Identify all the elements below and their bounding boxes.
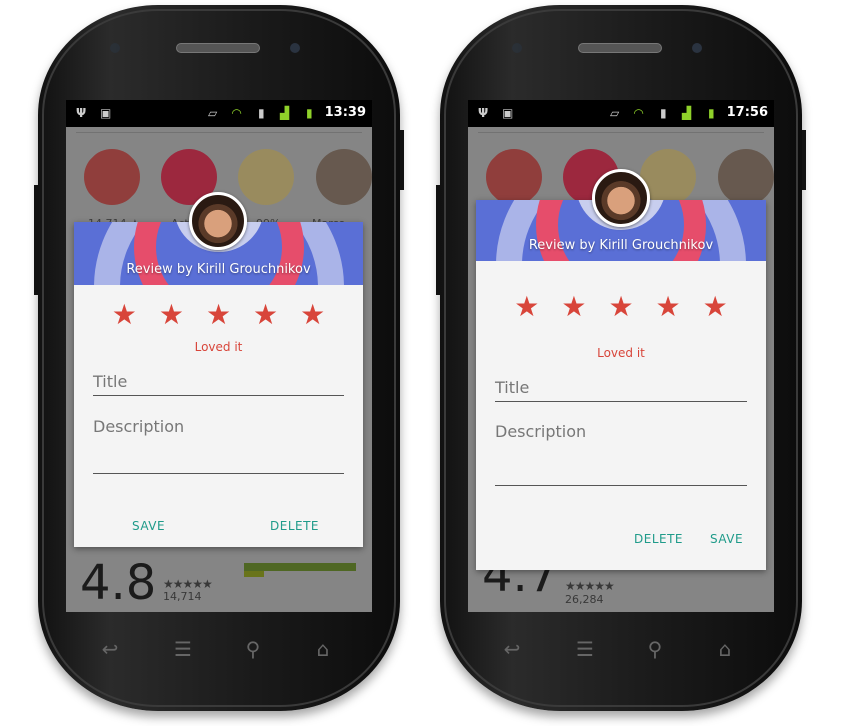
save-button[interactable]: SAVE: [710, 532, 743, 546]
screen: Ψ ▣ ▱ ◠ ▮ ▟ ▮ 13:39 14,714 ★Acti99%Marco…: [66, 100, 372, 612]
signal-icon: ▟: [682, 106, 692, 120]
phone-2: Ψ ▣ ▱ ◠ ▮ ▟ ▮ 17:56 4.7 ★★★★★ 26,284 Rev…: [436, 5, 806, 711]
volume-button: [34, 185, 38, 295]
save-button[interactable]: SAVE: [132, 519, 165, 533]
sim-icon: ▮: [258, 106, 265, 120]
star-1[interactable]: ★: [514, 292, 539, 322]
status-bar: Ψ ▣ ▱ ◠ ▮ ▟ ▮ 17:56: [468, 100, 774, 127]
star-rating[interactable]: ★ ★ ★ ★ ★: [74, 300, 363, 330]
android-icon: ▣: [502, 106, 514, 120]
volume-button: [436, 185, 440, 295]
star-5[interactable]: ★: [300, 300, 325, 330]
description-input[interactable]: Description: [93, 417, 344, 474]
battery-icon: ▮: [708, 106, 715, 120]
wifi-icon: ◠: [634, 106, 644, 120]
reviewer-avatar: [592, 169, 650, 227]
battery-icon: ▮: [306, 106, 313, 120]
home-icon[interactable]: ⌂: [308, 637, 338, 661]
reviewer-avatar: [189, 192, 247, 250]
usb-icon: Ψ: [76, 106, 87, 120]
home-icon[interactable]: ⌂: [710, 637, 740, 661]
back-icon[interactable]: ↩: [497, 637, 527, 661]
phone-1: Ψ ▣ ▱ ◠ ▮ ▟ ▮ 13:39 14,714 ★Acti99%Marco…: [34, 5, 404, 711]
delete-button[interactable]: DELETE: [634, 532, 683, 546]
title-input[interactable]: Title: [495, 378, 747, 402]
search-icon[interactable]: ⚲: [640, 637, 670, 661]
vibrate-icon: ▱: [208, 106, 218, 120]
star-rating[interactable]: ★ ★ ★ ★ ★: [476, 292, 766, 322]
power-button: [802, 130, 806, 190]
delete-button[interactable]: DELETE: [270, 519, 319, 533]
title-input[interactable]: Title: [93, 372, 344, 396]
sensor: [110, 43, 120, 53]
front-camera: [692, 43, 702, 53]
power-button: [400, 130, 404, 190]
sensor: [512, 43, 522, 53]
star-2[interactable]: ★: [159, 300, 184, 330]
search-icon[interactable]: ⚲: [238, 637, 268, 661]
description-input[interactable]: Description: [495, 422, 747, 486]
front-camera: [290, 43, 300, 53]
wifi-icon: ◠: [232, 106, 242, 120]
star-2[interactable]: ★: [561, 292, 586, 322]
menu-icon[interactable]: ☰: [168, 637, 198, 661]
rating-label: Loved it: [597, 346, 645, 360]
vibrate-icon: ▱: [610, 106, 620, 120]
review-dialog: Review by Kirill Grouchnikov ★ ★ ★ ★ ★ Loved…: [74, 192, 363, 547]
clock: 13:39: [324, 105, 366, 120]
star-1[interactable]: ★: [112, 300, 137, 330]
dialog-title: Review by Kirill Grouchnikov: [126, 262, 311, 277]
clock: 17:56: [726, 105, 768, 120]
star-3[interactable]: ★: [206, 300, 231, 330]
star-3[interactable]: ★: [608, 292, 633, 322]
dialog-title: Review by Kirill Grouchnikov: [528, 238, 714, 253]
back-icon[interactable]: ↩: [95, 637, 125, 661]
star-4[interactable]: ★: [253, 300, 278, 330]
status-bar: Ψ ▣ ▱ ◠ ▮ ▟ ▮ 13:39: [66, 100, 372, 127]
speaker-grille: [578, 43, 662, 53]
sim-icon: ▮: [660, 106, 667, 120]
review-dialog: Review by Kirill Grouchnikov ★ ★ ★ ★ ★ Loved…: [476, 169, 766, 570]
star-5[interactable]: ★: [703, 292, 728, 322]
speaker-grille: [176, 43, 260, 53]
menu-icon[interactable]: ☰: [570, 637, 600, 661]
star-4[interactable]: ★: [656, 292, 681, 322]
rating-label: Loved it: [194, 340, 243, 354]
android-icon: ▣: [100, 106, 112, 120]
usb-icon: Ψ: [478, 106, 489, 120]
signal-icon: ▟: [280, 106, 290, 120]
screen: Ψ ▣ ▱ ◠ ▮ ▟ ▮ 17:56 4.7 ★★★★★ 26,284 Rev…: [468, 100, 774, 612]
